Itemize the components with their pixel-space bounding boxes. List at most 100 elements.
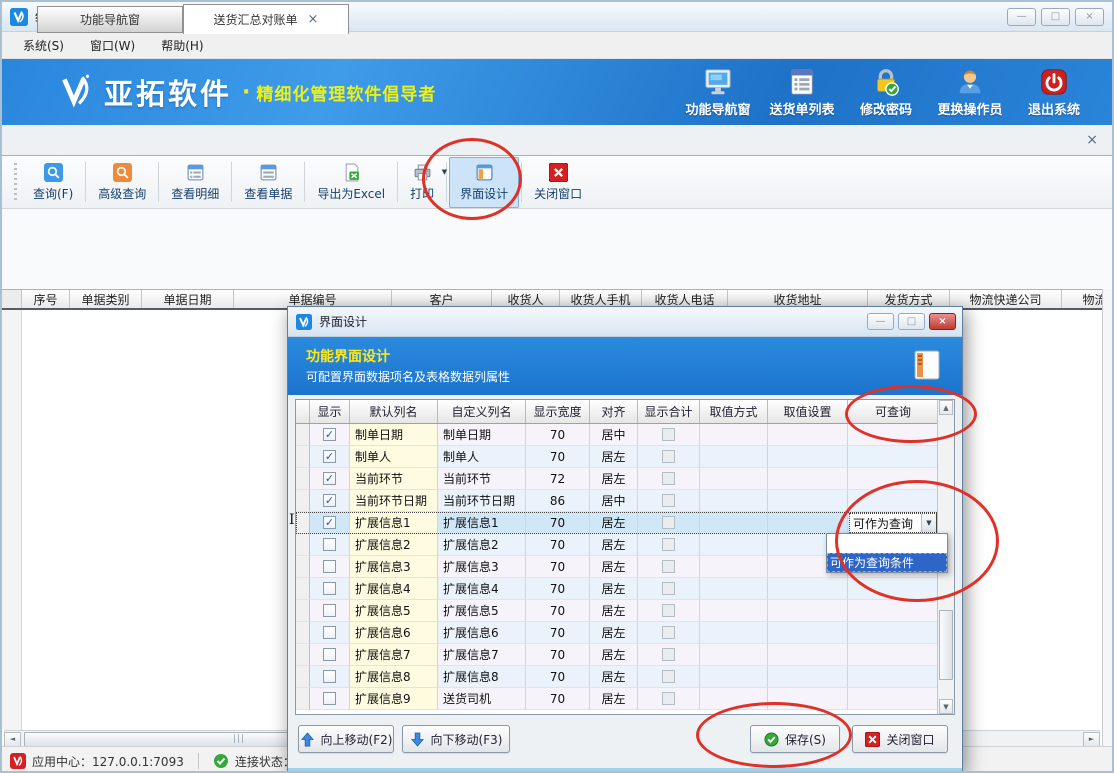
config-column-header-6[interactable]: 显示合计 xyxy=(638,400,700,423)
config-column-header-2[interactable]: 默认列名 xyxy=(350,400,438,423)
show-checkbox[interactable] xyxy=(323,582,336,595)
custom-name-cell[interactable]: 扩展信息2 xyxy=(438,534,526,556)
dialog-maximize-button[interactable]: □ xyxy=(898,313,925,330)
menu-item-1[interactable]: 系统(S) xyxy=(10,33,77,58)
align-cell[interactable]: 居左 xyxy=(590,622,638,644)
scroll-up-icon[interactable]: ▲ xyxy=(939,400,953,415)
queryable-cell[interactable] xyxy=(848,424,939,446)
show-checkbox[interactable]: ✓ xyxy=(323,428,336,441)
align-cell[interactable]: 居左 xyxy=(590,578,638,600)
show-sum-checkbox[interactable] xyxy=(662,428,675,441)
column-config-row-5[interactable]: ✓扩展信息1扩展信息170居左可作为查询▼ xyxy=(296,512,937,534)
value-setting-cell[interactable] xyxy=(768,644,848,666)
value-mode-cell[interactable] xyxy=(700,578,768,600)
custom-name-cell[interactable]: 当前环节 xyxy=(438,468,526,490)
width-cell[interactable]: 70 xyxy=(526,534,590,556)
chevron-down-icon[interactable]: ▼ xyxy=(442,168,447,176)
column-config-row-9[interactable]: 扩展信息5扩展信息570居左 xyxy=(296,600,937,622)
show-sum-checkbox[interactable] xyxy=(662,450,675,463)
maximize-button[interactable]: □ xyxy=(1041,8,1070,26)
toolbar-button-8[interactable]: 关闭窗口 xyxy=(524,158,592,207)
menu-item-3[interactable]: 帮助(H) xyxy=(148,33,216,58)
show-sum-checkbox[interactable] xyxy=(662,582,675,595)
value-setting-cell[interactable] xyxy=(768,512,848,534)
value-setting-cell[interactable] xyxy=(768,468,848,490)
show-sum-checkbox[interactable] xyxy=(662,604,675,617)
toolbar-button-1[interactable]: 查询(F) xyxy=(23,158,83,207)
custom-name-cell[interactable]: 扩展信息5 xyxy=(438,600,526,622)
show-checkbox[interactable] xyxy=(323,626,336,639)
queryable-cell[interactable] xyxy=(848,490,939,512)
config-column-header-9[interactable]: 可查询 xyxy=(848,400,939,423)
dialog-minimize-button[interactable]: — xyxy=(867,313,894,330)
queryable-cell[interactable] xyxy=(848,688,939,710)
align-cell[interactable]: 居中 xyxy=(590,490,638,512)
custom-name-cell[interactable]: 扩展信息8 xyxy=(438,666,526,688)
align-cell[interactable]: 居左 xyxy=(590,666,638,688)
align-cell[interactable]: 居中 xyxy=(590,424,638,446)
value-setting-cell[interactable] xyxy=(768,490,848,512)
width-cell[interactable]: 86 xyxy=(526,490,590,512)
minimize-button[interactable]: — xyxy=(1007,8,1036,26)
custom-name-cell[interactable]: 送货司机 xyxy=(438,688,526,710)
value-mode-cell[interactable] xyxy=(700,446,768,468)
toolbar-button-6[interactable]: 打印▼ xyxy=(400,158,444,207)
value-setting-cell[interactable] xyxy=(768,600,848,622)
column-config-row-3[interactable]: ✓当前环节当前环节72居左 xyxy=(296,468,937,490)
tab-function-navigator[interactable]: 功能导航窗 xyxy=(37,6,183,33)
queryable-cell[interactable] xyxy=(848,622,939,644)
value-mode-cell[interactable] xyxy=(700,666,768,688)
scroll-left-icon[interactable]: ◄ xyxy=(4,732,21,747)
show-sum-checkbox[interactable] xyxy=(662,560,675,573)
show-checkbox[interactable]: ✓ xyxy=(323,450,336,463)
align-cell[interactable]: 居左 xyxy=(590,600,638,622)
dialog-close-button[interactable]: × xyxy=(929,313,956,330)
custom-name-cell[interactable]: 扩展信息4 xyxy=(438,578,526,600)
config-column-header-4[interactable]: 显示宽度 xyxy=(526,400,590,423)
close-button[interactable]: × xyxy=(1075,8,1104,26)
tabstrip-close-icon[interactable]: × xyxy=(1086,132,1098,148)
column-config-row-8[interactable]: 扩展信息4扩展信息470居左 xyxy=(296,578,937,600)
width-cell[interactable]: 70 xyxy=(526,578,590,600)
grid-column-header-11[interactable]: 物流快递公司 xyxy=(950,290,1062,308)
column-config-row-10[interactable]: 扩展信息6扩展信息670居左 xyxy=(296,622,937,644)
custom-name-cell[interactable]: 扩展信息7 xyxy=(438,644,526,666)
config-column-header-8[interactable]: 取值设置 xyxy=(768,400,848,423)
value-mode-cell[interactable] xyxy=(700,424,768,446)
show-sum-checkbox[interactable] xyxy=(662,472,675,485)
banner-action-monitor[interactable]: 功能导航窗 xyxy=(676,67,760,118)
show-sum-checkbox[interactable] xyxy=(662,670,675,683)
show-sum-checkbox[interactable] xyxy=(662,692,675,705)
show-checkbox[interactable] xyxy=(323,670,336,683)
show-sum-checkbox[interactable] xyxy=(662,648,675,661)
value-mode-cell[interactable] xyxy=(700,534,768,556)
align-cell[interactable]: 居左 xyxy=(590,446,638,468)
custom-name-cell[interactable]: 扩展信息1 xyxy=(438,512,526,534)
value-setting-cell[interactable] xyxy=(768,446,848,468)
scroll-down-icon[interactable]: ▼ xyxy=(939,699,953,714)
custom-name-cell[interactable]: 扩展信息6 xyxy=(438,622,526,644)
scrollbar-thumb[interactable] xyxy=(939,610,953,680)
config-column-header-7[interactable]: 取值方式 xyxy=(700,400,768,423)
banner-action-lock[interactable]: 修改密码 xyxy=(844,67,928,118)
grid-column-header-3[interactable]: 单据日期 xyxy=(142,290,234,308)
custom-name-cell[interactable]: 扩展信息3 xyxy=(438,556,526,578)
menu-item-2[interactable]: 窗口(W) xyxy=(77,33,148,58)
grid-column-header-2[interactable]: 单据类别 xyxy=(70,290,142,308)
align-cell[interactable]: 居左 xyxy=(590,644,638,666)
show-checkbox[interactable] xyxy=(323,648,336,661)
show-sum-checkbox[interactable] xyxy=(662,626,675,639)
align-cell[interactable]: 居左 xyxy=(590,556,638,578)
column-config-row-12[interactable]: 扩展信息8扩展信息870居左 xyxy=(296,666,937,688)
align-cell[interactable]: 居左 xyxy=(590,468,638,490)
dialog-button-4[interactable]: 关闭窗口 xyxy=(852,725,948,753)
dropdown-option-queryable[interactable]: 可作为查询条件 xyxy=(827,553,947,572)
chevron-down-icon[interactable]: ▼ xyxy=(921,514,936,532)
column-config-row-11[interactable]: 扩展信息7扩展信息770居左 xyxy=(296,644,937,666)
value-setting-cell[interactable] xyxy=(768,578,848,600)
custom-name-cell[interactable]: 制单人 xyxy=(438,446,526,468)
toolbar-button-4[interactable]: 查看单据 xyxy=(234,158,302,207)
show-sum-checkbox[interactable] xyxy=(662,538,675,551)
dialog-button-3[interactable]: 保存(S) xyxy=(750,725,840,753)
custom-name-cell[interactable]: 当前环节日期 xyxy=(438,490,526,512)
